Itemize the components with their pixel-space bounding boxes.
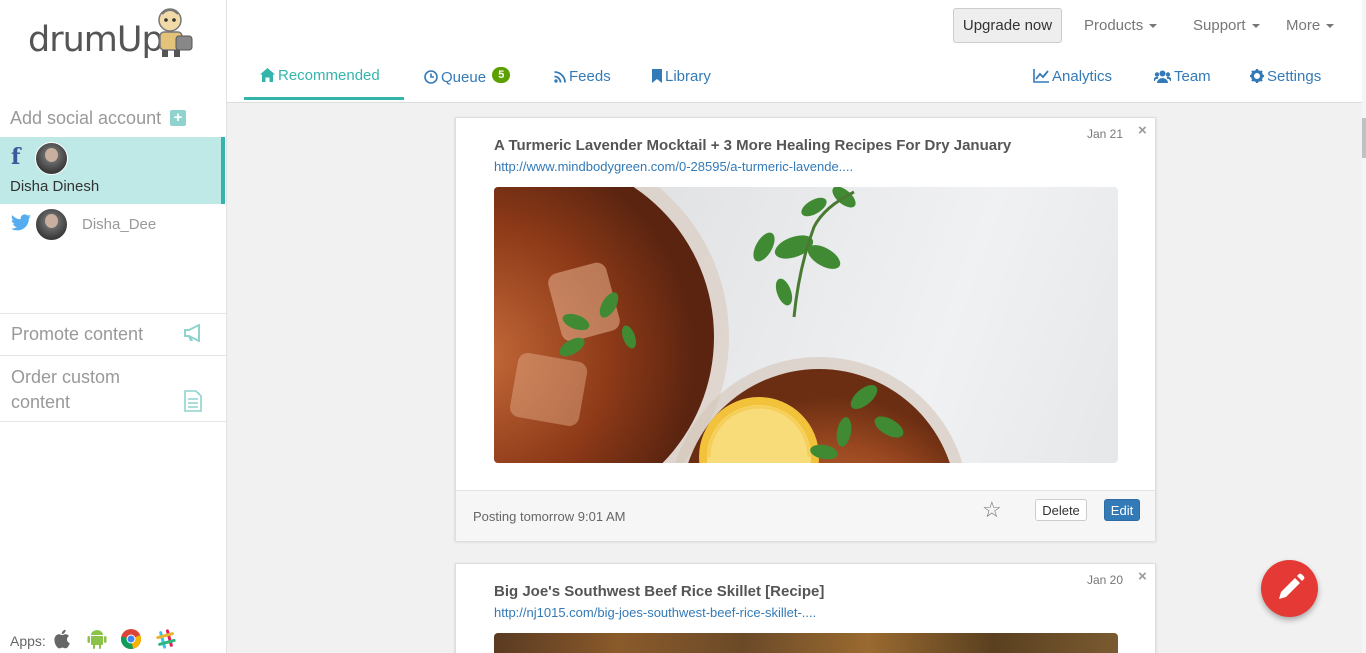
promote-content-link[interactable]: Promote content: [11, 324, 211, 345]
tab-feeds[interactable]: Feeds: [554, 68, 611, 85]
gear-icon: [1250, 69, 1264, 83]
post-title: Big Joe's Southwest Beef Rice Skillet [R…: [494, 583, 825, 600]
drumup-logo[interactable]: drumUp: [26, 6, 201, 62]
post-date: Jan 20: [1087, 573, 1124, 587]
edit-button[interactable]: Edit: [1104, 499, 1140, 521]
users-icon: [1154, 70, 1171, 83]
top-navigation: Upgrade now Products Support More Recomm…: [227, 0, 1363, 103]
support-menu[interactable]: Support: [1193, 17, 1260, 34]
avatar: [35, 142, 68, 175]
megaphone-icon[interactable]: [183, 324, 205, 342]
bookmark-icon: [652, 69, 662, 83]
tab-library[interactable]: Library: [652, 68, 711, 85]
document-icon[interactable]: [183, 390, 203, 412]
apps-bar: Apps:: [10, 628, 220, 652]
tab-label: Recommended: [278, 67, 380, 84]
account-name: Disha Dinesh: [10, 178, 100, 195]
active-tab-indicator: [244, 97, 404, 100]
tab-team[interactable]: Team: [1154, 68, 1211, 85]
products-menu-label: Products: [1084, 17, 1144, 34]
post-card: A Turmeric Lavender Mocktail + 3 More He…: [455, 117, 1156, 541]
tab-recommended[interactable]: Recommended: [260, 67, 380, 84]
chrome-icon[interactable]: [120, 628, 142, 650]
divider: [0, 313, 226, 314]
plus-icon[interactable]: +: [170, 110, 186, 126]
home-icon: [260, 68, 275, 82]
account-name: Disha_Dee: [82, 216, 157, 233]
tab-settings[interactable]: Settings: [1250, 68, 1321, 85]
twitter-icon: [11, 214, 31, 231]
line-chart-icon: [1033, 69, 1049, 83]
caret-down-icon: [1326, 24, 1335, 29]
post-footer: Posting tomorrow 9:01 AM ☆ Delete Edit: [456, 490, 1155, 541]
post-link[interactable]: http://www.mindbodygreen.com/0-28595/a-t…: [494, 159, 853, 174]
post-image: [494, 633, 1118, 653]
tab-label: Analytics: [1052, 68, 1113, 85]
star-icon[interactable]: ☆: [982, 497, 1002, 523]
order-custom-content-link[interactable]: Order custom content: [11, 365, 151, 415]
logo-text: drumUp: [28, 20, 164, 60]
close-icon[interactable]: ×: [1138, 122, 1147, 139]
post-card: Big Joe's Southwest Beef Rice Skillet [R…: [455, 563, 1156, 653]
post-image: [494, 187, 1118, 463]
account-facebook[interactable]: f Disha Dinesh: [0, 137, 225, 204]
avatar: [35, 208, 68, 241]
delete-button[interactable]: Delete: [1035, 499, 1087, 521]
more-menu[interactable]: More: [1286, 17, 1335, 34]
android-icon[interactable]: [87, 628, 107, 650]
mocktail-image: [494, 187, 963, 463]
divider: [0, 355, 226, 356]
slack-icon[interactable]: [155, 628, 177, 650]
apple-icon[interactable]: [53, 628, 73, 650]
clock-icon: [424, 70, 438, 84]
mascot-icon: [158, 8, 193, 57]
close-icon[interactable]: ×: [1138, 568, 1147, 585]
divider: [0, 421, 226, 422]
tab-label: Team: [1174, 68, 1211, 85]
post-link[interactable]: http://nj1015.com/big-joes-southwest-bee…: [494, 605, 816, 620]
tab-label: Settings: [1267, 68, 1322, 85]
facebook-icon: f: [11, 144, 21, 170]
caret-down-icon: [1251, 24, 1260, 29]
tab-analytics[interactable]: Analytics: [1033, 68, 1112, 85]
post-title: A Turmeric Lavender Mocktail + 3 More He…: [494, 137, 1012, 154]
apps-label: Apps:: [10, 633, 46, 649]
queue-count-badge: 5: [492, 67, 511, 83]
tab-label: Queue: [441, 69, 487, 86]
sidebar: drumUp Add social account + f Disha Dine…: [0, 0, 227, 653]
more-menu-label: More: [1286, 17, 1321, 34]
rss-icon: [554, 71, 566, 83]
tab-label: Feeds: [569, 68, 611, 85]
support-menu-label: Support: [1193, 17, 1246, 34]
account-twitter[interactable]: Disha_Dee: [0, 205, 225, 245]
add-social-account[interactable]: Add social account +: [10, 108, 210, 130]
pencil-icon: [1279, 573, 1305, 599]
caret-down-icon: [1149, 24, 1158, 29]
compose-button[interactable]: [1261, 560, 1318, 617]
scrollbar[interactable]: [1362, 0, 1366, 653]
tab-queue[interactable]: Queue 5: [424, 67, 511, 86]
tab-label: Library: [665, 68, 711, 85]
scrollbar-thumb[interactable]: [1362, 118, 1366, 158]
add-social-account-label: Add social account: [10, 108, 162, 128]
post-date: Jan 21: [1087, 127, 1124, 141]
posting-time: Posting tomorrow 9:01 AM: [473, 509, 626, 524]
upgrade-now-button[interactable]: Upgrade now: [953, 8, 1062, 43]
products-menu[interactable]: Products: [1084, 17, 1158, 34]
